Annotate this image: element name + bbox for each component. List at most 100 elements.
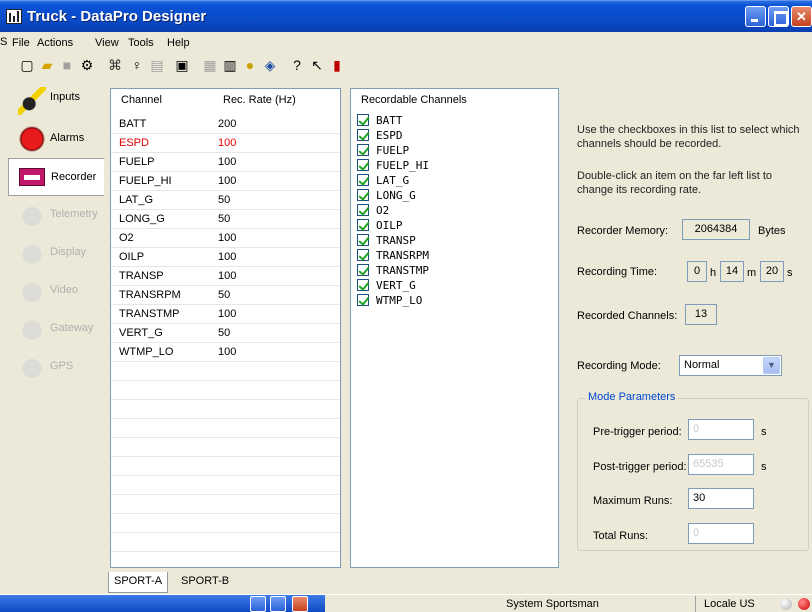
network-icon[interactable]: ⌘ xyxy=(106,56,124,74)
sidebar-item-inputs[interactable]: Inputs xyxy=(8,82,104,120)
table-row[interactable]: TRANSP 100 xyxy=(111,267,340,286)
table-row[interactable]: ESPD 100 xyxy=(111,134,340,153)
report-icon[interactable]: ▥ xyxy=(221,56,239,74)
title-bar[interactable]: Truck - DataPro Designer ✕ xyxy=(0,0,812,32)
pre-trigger-field[interactable]: 0 xyxy=(688,419,754,440)
alarm-bell-icon xyxy=(18,125,46,153)
sidebar-item-recorder[interactable]: Recorder xyxy=(8,158,104,196)
list-item[interactable]: O2 xyxy=(357,203,547,218)
channel-name: BATT xyxy=(119,118,147,130)
gps-icon xyxy=(18,353,46,381)
list-item[interactable]: TRANSRPM xyxy=(357,248,547,263)
tab-sport-a[interactable]: SPORT-A xyxy=(108,572,169,593)
link-icon[interactable]: ⚙ xyxy=(78,56,96,74)
sidebar: Inputs Alarms Recorder Telemetry Display… xyxy=(8,80,104,590)
checkbox-checked[interactable] xyxy=(357,174,369,186)
table-row[interactable]: FUELP_HI 100 xyxy=(111,172,340,191)
sidebar-item-label: Display xyxy=(50,246,87,258)
sidebar-item-telemetry[interactable]: Telemetry xyxy=(8,196,104,234)
list-item-label: FUELP xyxy=(376,144,410,157)
ecu-icon[interactable]: ▮ xyxy=(328,56,346,74)
checkbox-checked[interactable] xyxy=(357,279,369,291)
table-row[interactable]: VERT_G 50 xyxy=(111,324,340,343)
table-row[interactable]: WTMP_LO 100 xyxy=(111,343,340,362)
table-row[interactable]: BATT 200 xyxy=(111,115,340,134)
checkbox-checked[interactable] xyxy=(357,129,369,141)
list-item[interactable]: ESPD xyxy=(357,128,547,143)
sidebar-item-gateway[interactable]: Gateway xyxy=(8,310,104,348)
recordable-channels-list[interactable]: Recordable Channels BATT ESPD FUELP FUEL… xyxy=(350,88,559,568)
chart-icon[interactable]: ▦ xyxy=(201,56,219,74)
menu-file[interactable]: File xyxy=(12,37,30,49)
checkbox-checked[interactable] xyxy=(357,219,369,231)
sidebar-item-alarms[interactable]: Alarms xyxy=(8,120,104,158)
checkbox-checked[interactable] xyxy=(357,294,369,306)
table-row[interactable]: OILP 100 xyxy=(111,248,340,267)
channel-name: ESPD xyxy=(119,137,149,149)
maximize-icon[interactable] xyxy=(270,596,286,612)
context-help-icon[interactable]: ↖ xyxy=(308,56,326,74)
list-item[interactable]: BATT xyxy=(357,113,547,128)
list-item[interactable]: FUELP xyxy=(357,143,547,158)
probe-icon[interactable]: ♀ xyxy=(128,56,146,74)
table-row[interactable]: O2 100 xyxy=(111,229,340,248)
new-icon[interactable]: ▢ xyxy=(18,56,36,74)
post-trigger-field[interactable]: 65535 xyxy=(688,454,754,475)
status-strip: System Sportsman Locale US xyxy=(0,594,812,612)
list-item-label: O2 xyxy=(376,204,390,217)
channel-name: LONG_G xyxy=(119,213,165,225)
tag-icon[interactable]: ▤ xyxy=(148,56,166,74)
status-divider xyxy=(695,596,696,612)
checkbox-checked[interactable] xyxy=(357,264,369,276)
filter-icon[interactable]: ◈ xyxy=(261,56,279,74)
properties-icon[interactable]: ▣ xyxy=(173,56,191,74)
maximize-button[interactable] xyxy=(768,6,789,27)
checkbox-checked[interactable] xyxy=(357,249,369,261)
minimize-button[interactable] xyxy=(745,6,766,27)
empty-row xyxy=(111,457,340,476)
minimize-icon[interactable] xyxy=(250,596,266,612)
cassette-icon xyxy=(19,168,45,186)
list-item[interactable]: TRANSP xyxy=(357,233,547,248)
channel-name: VERT_G xyxy=(119,327,163,339)
dbf-icon[interactable]: ● xyxy=(241,56,259,74)
checkbox-checked[interactable] xyxy=(357,159,369,171)
list-item[interactable]: TRANSTMP xyxy=(357,263,547,278)
sidebar-item-gps[interactable]: GPS xyxy=(8,348,104,386)
channel-rate-list[interactable]: Channel Rec. Rate (Hz) BATT 200 ESPD 100 F… xyxy=(110,88,341,568)
checkbox-checked[interactable] xyxy=(357,114,369,126)
table-row[interactable]: FUELP 100 xyxy=(111,153,340,172)
menu-tools[interactable]: Tools xyxy=(128,37,154,49)
close-button[interactable]: ✕ xyxy=(791,6,812,27)
checkbox-checked[interactable] xyxy=(357,189,369,201)
table-row[interactable]: TRANSTMP 100 xyxy=(111,305,340,324)
menu-actions[interactable]: Actions xyxy=(37,37,73,49)
tab-sport-b[interactable]: SPORT-B xyxy=(176,572,234,593)
list-item[interactable]: LAT_G xyxy=(357,173,547,188)
table-row[interactable]: LONG_G 50 xyxy=(111,210,340,229)
close-icon: ✕ xyxy=(796,9,807,24)
empty-row xyxy=(111,495,340,514)
list-item[interactable]: WTMP_LO xyxy=(357,293,547,308)
table-row[interactable]: TRANSRPM 50 xyxy=(111,286,340,305)
checkbox-checked[interactable] xyxy=(357,204,369,216)
maximum-runs-field[interactable]: 30 xyxy=(688,488,754,509)
checkbox-checked[interactable] xyxy=(357,234,369,246)
chevron-down-icon[interactable]: ▼ xyxy=(763,357,780,374)
menu-help[interactable]: Help xyxy=(167,37,190,49)
menu-view[interactable]: View xyxy=(95,37,119,49)
save-icon[interactable]: ■ xyxy=(58,56,76,74)
checkbox-checked[interactable] xyxy=(357,144,369,156)
sidebar-item-display[interactable]: Display xyxy=(8,234,104,272)
channel-rate: 100 xyxy=(218,232,237,244)
list-item[interactable]: LONG_G xyxy=(357,188,547,203)
open-icon[interactable]: ▰ xyxy=(38,56,56,74)
table-row[interactable]: LAT_G 50 xyxy=(111,191,340,210)
sidebar-item-video[interactable]: Video xyxy=(8,272,104,310)
list-item[interactable]: OILP xyxy=(357,218,547,233)
list-item[interactable]: FUELP_HI xyxy=(357,158,547,173)
help-icon[interactable]: ? xyxy=(288,56,306,74)
list-item[interactable]: VERT_G xyxy=(357,278,547,293)
recording-mode-select[interactable]: Normal ▼ xyxy=(679,355,782,376)
close-icon[interactable] xyxy=(292,596,308,612)
